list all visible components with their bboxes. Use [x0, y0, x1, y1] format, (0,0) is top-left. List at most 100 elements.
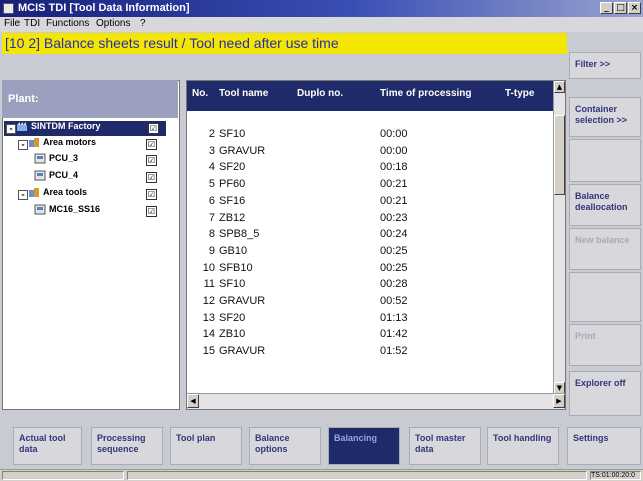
horizontal-scrollbar[interactable]: ◀ ▶ [187, 393, 565, 409]
minimize-button[interactable]: _ [600, 2, 613, 14]
menu-tdi[interactable]: TDI [24, 18, 40, 29]
checkbox-area-tools[interactable]: ☑ [146, 189, 157, 200]
cell-tool-name: GRAVUR [219, 345, 266, 358]
cell-tool-name: SFB10 [219, 261, 253, 274]
collapse-icon[interactable]: - [18, 190, 28, 200]
scroll-right-icon[interactable]: ▶ [553, 394, 565, 408]
cell-time: 00:25 [380, 244, 408, 257]
cell-no: 3 [208, 144, 215, 157]
machine-icon [34, 170, 46, 181]
softkey-balance-deallocation[interactable]: Balance deallocation [569, 184, 641, 226]
table-row[interactable]: 14 ZB10 01:42 [187, 327, 553, 343]
cell-time: 00:24 [380, 228, 408, 241]
cell-tool-name: SF10 [219, 128, 246, 140]
tree-node-mc16[interactable]: MC16_SS16 ☑ [34, 204, 164, 219]
cell-time: 00:00 [380, 144, 408, 157]
cell-time: 01:42 [380, 328, 408, 341]
cell-no: 15 [202, 345, 215, 358]
cell-time: 00:21 [380, 194, 408, 207]
softkey-settings[interactable]: Settings [567, 427, 641, 465]
cell-no: 7 [208, 211, 215, 224]
table-row[interactable]: 7 ZB12 00:23 [187, 211, 553, 227]
table-row[interactable]: 4 SF20 00:18 [187, 160, 553, 176]
cell-time: 01:13 [380, 311, 408, 324]
softkey-new-balance[interactable]: New balance [569, 228, 641, 270]
menu-options[interactable]: Options [96, 18, 130, 29]
cell-time: 00:00 [380, 128, 408, 140]
cell-tool-name: SPB8_5 [219, 228, 260, 241]
checkbox-area-motors[interactable]: ☑ [146, 139, 157, 150]
checkbox-factory[interactable]: ☑ [148, 123, 159, 134]
table-row[interactable]: 2 SF10 00:00 [187, 127, 553, 143]
close-button[interactable]: × [628, 2, 641, 14]
cell-time: 00:28 [380, 278, 408, 291]
table-row[interactable]: 15 GRAVUR 01:52 [187, 344, 553, 360]
cell-time: 00:52 [380, 295, 408, 307]
cell-no: 6 [208, 194, 215, 207]
plant-tree-header: Plant: [2, 80, 178, 118]
cell-no: 13 [202, 311, 215, 324]
collapse-icon[interactable]: - [6, 124, 16, 134]
checkbox-pcu3[interactable]: ☑ [146, 155, 157, 166]
cell-tool-name: ZB12 [219, 211, 246, 224]
softkey-print[interactable]: Print [569, 324, 641, 366]
cell-no: 5 [208, 178, 215, 191]
table-row[interactable]: 10 SFB10 00:25 [187, 261, 553, 277]
column-header-tool-name[interactable]: Tool name [219, 88, 268, 99]
menu-help[interactable]: ? [140, 18, 146, 29]
column-header-t-type[interactable]: T-type [505, 88, 534, 99]
tree-node-area-motors[interactable]: - Area motors ☑ [18, 137, 178, 152]
tree-node-factory[interactable]: - SINTDM Factory ☑ [4, 121, 166, 136]
table-row[interactable]: 12 GRAVUR 00:52 [187, 294, 553, 310]
softkey-actual-tool-data[interactable]: Actual tool data [13, 427, 82, 465]
tree-node-pcu3[interactable]: PCU_3 ☑ [34, 153, 164, 168]
table-row[interactable]: 9 GB10 00:25 [187, 244, 553, 260]
maximize-button[interactable]: □ [614, 2, 627, 14]
softkey-empty-1[interactable] [569, 139, 641, 182]
softkey-processing-sequence[interactable]: Processing sequence [91, 427, 163, 465]
table-row[interactable]: 13 SF20 01:13 [187, 311, 553, 327]
scroll-up-icon[interactable]: ▲ [554, 81, 565, 93]
tool-need-table: No. Tool name Duplo no. Time of processi… [186, 80, 566, 410]
machine-icon [34, 153, 46, 164]
scroll-left-icon[interactable]: ◀ [187, 394, 199, 408]
checkbox-pcu4[interactable]: ☑ [146, 172, 157, 183]
tree-node-pcu4[interactable]: PCU_4 ☑ [34, 170, 164, 185]
area-icon [29, 138, 39, 148]
softkey-explorer-off[interactable]: Explorer off [569, 371, 641, 416]
cell-tool-name: GRAVUR [219, 144, 266, 157]
table-row[interactable]: 11 SF10 00:28 [187, 277, 553, 293]
checkbox-mc16[interactable]: ☑ [146, 206, 157, 217]
cell-tool-name: PF60 [219, 178, 246, 191]
softkey-filter[interactable]: Filter >> [569, 52, 641, 79]
column-header-time-of-processing[interactable]: Time of processing [380, 88, 472, 99]
softkey-empty-2[interactable] [569, 272, 641, 322]
table-row[interactable]: 5 PF60 00:21 [187, 177, 553, 193]
cell-tool-name: SF20 [219, 161, 246, 174]
table-row[interactable]: 3 GRAVUR 00:00 [187, 144, 553, 160]
cell-no: 12 [202, 295, 215, 307]
scroll-thumb[interactable] [554, 115, 565, 195]
softkey-tool-plan[interactable]: Tool plan [170, 427, 242, 465]
plant-label: Plant: [8, 93, 39, 105]
column-header-no[interactable]: No. [192, 88, 208, 99]
cell-no: 8 [208, 228, 215, 241]
menu-functions[interactable]: Functions [46, 18, 89, 29]
status-middle [127, 471, 587, 480]
softkey-tool-handling[interactable]: Tool handling [487, 427, 559, 465]
vertical-scrollbar[interactable]: ▲ ▼ [553, 81, 565, 394]
softkey-tool-master-data[interactable]: Tool master data [409, 427, 481, 465]
softkey-container-selection[interactable]: Container selection >> [569, 97, 641, 137]
column-header-duplo-no[interactable]: Duplo no. [297, 88, 343, 99]
factory-icon [17, 122, 27, 132]
softkey-balance-options[interactable]: Balance options [249, 427, 321, 465]
table-row[interactable]: 8 SPB8_5 00:24 [187, 227, 553, 243]
cell-tool-name: SF20 [219, 311, 246, 324]
softkey-balancing[interactable]: Balancing [328, 427, 400, 465]
menu-file[interactable]: File [4, 18, 20, 29]
collapse-icon[interactable]: - [18, 140, 28, 150]
cell-time: 00:25 [380, 261, 408, 274]
menu-bar: File TDI Functions Options ? [0, 17, 643, 32]
tree-node-area-tools[interactable]: - Area tools ☑ [18, 187, 178, 202]
table-row[interactable]: 6 SF16 00:21 [187, 194, 553, 210]
